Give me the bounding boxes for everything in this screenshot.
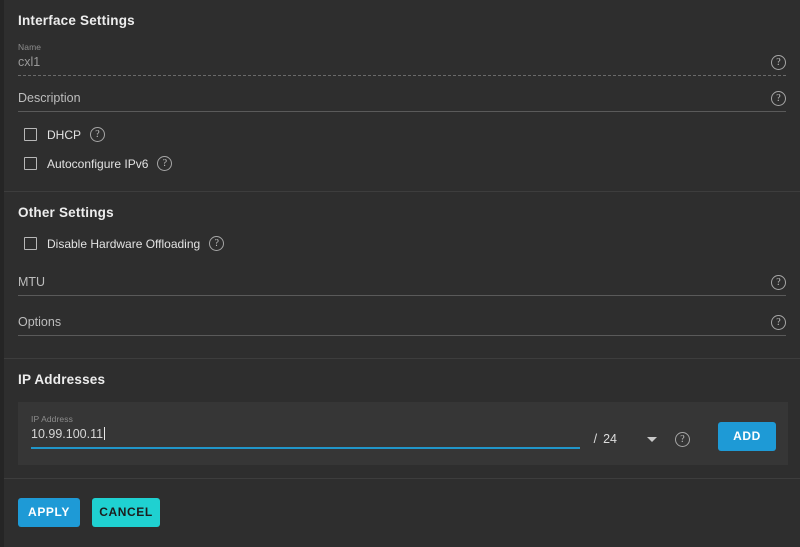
help-icon-mtu[interactable]: ? [771,275,786,290]
ip-address-input[interactable]: 10.99.100.11 [31,426,580,443]
disable-hardware-offloading-checkbox[interactable] [24,237,37,250]
description-input[interactable]: Description [18,90,759,107]
dhcp-checkbox[interactable] [24,128,37,141]
options-input[interactable]: Options [18,314,759,331]
section-other-settings: Other Settings Disable Hardware Offloadi… [4,192,800,358]
text-cursor [104,427,106,440]
netmask-value[interactable]: 24 [603,432,617,446]
description-field-underline [18,111,786,112]
section-title-interface-settings: Interface Settings [18,13,135,28]
section-title-ip-addresses: IP Addresses [18,372,106,387]
options-field-underline [18,335,786,336]
disable-hardware-offloading-checkbox-label: Disable Hardware Offloading [47,236,201,251]
field-mtu: MTU ? [18,251,786,296]
cancel-button[interactable]: CANCEL [92,497,160,527]
ip-address-label: IP Address [31,414,73,424]
autoconfigure-ipv6-checkbox[interactable] [24,157,37,170]
field-options: Options ? [18,296,786,358]
dhcp-checkbox-label: DHCP [47,127,82,142]
apply-button[interactable]: APPLY [18,497,80,527]
help-icon-options[interactable]: ? [771,315,786,330]
mtu-input[interactable]: MTU [18,274,759,291]
field-name: Name cxl1 ? [18,32,786,76]
checkbox-row-dhcp[interactable]: DHCP ? [18,112,786,142]
name-input[interactable]: cxl1 [18,54,759,71]
field-description: Description ? [18,76,786,112]
name-field-label: Name [18,42,42,52]
interface-settings-page: Interface Settings Name cxl1 ? Descripti… [0,0,800,547]
section-interface-settings: Interface Settings Name cxl1 ? Descripti… [4,0,800,191]
ip-address-value: 10.99.100.11 [31,427,104,441]
help-icon-dhcp[interactable]: ? [90,127,106,142]
help-icon-disable-hardware-offloading[interactable]: ? [209,236,225,251]
help-icon-name[interactable]: ? [771,55,786,70]
add-ip-address-button[interactable]: ADD [718,421,776,451]
form-actions: APPLY CANCEL [4,479,800,527]
checkbox-row-disable-hardware-offloading[interactable]: Disable Hardware Offloading ? [18,224,786,251]
ip-address-underline [31,447,580,449]
netmask-separator: / [593,432,598,446]
section-title-other-settings: Other Settings [18,205,114,220]
ip-address-row: IP Address 10.99.100.11 / 24 ? ADD [18,402,788,465]
help-icon-description[interactable]: ? [771,91,786,106]
autoconfigure-ipv6-checkbox-label: Autoconfigure IPv6 [47,156,149,171]
checkbox-row-autoconfigure-ipv6[interactable]: Autoconfigure IPv6 ? [18,142,786,191]
chevron-down-icon[interactable] [647,436,657,442]
help-icon-autoconfigure-ipv6[interactable]: ? [157,156,173,171]
help-icon-ip-address[interactable]: ? [675,431,690,447]
section-ip-addresses: IP Addresses IP Address 10.99.100.11 / 2… [4,359,800,478]
